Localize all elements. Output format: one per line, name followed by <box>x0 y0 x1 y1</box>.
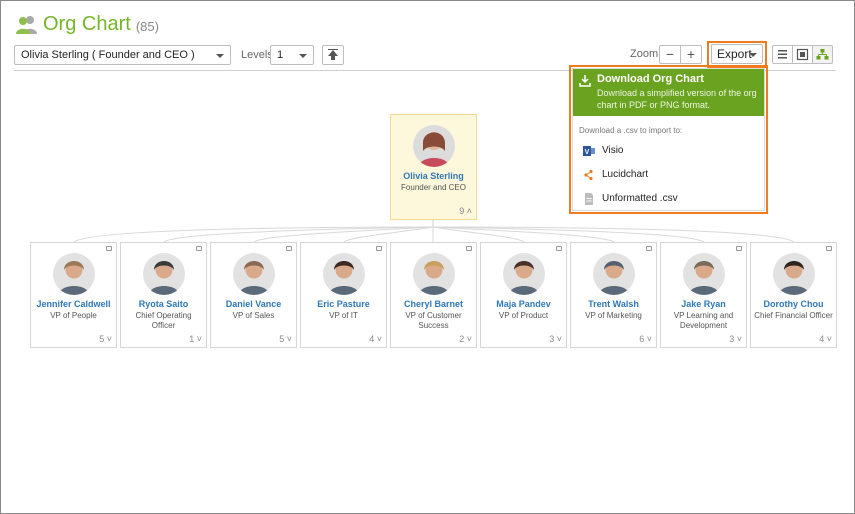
csv-caption: Download a .csv to import to: <box>579 126 683 135</box>
root-card[interactable]: Olivia Sterling Founder and CEO 9 ˄ <box>390 114 477 220</box>
report-card[interactable]: Ryota Saito Chief Operating Officer 1 ˅ <box>120 242 207 348</box>
report-card[interactable]: Jake Ryan VP Learning and Development 3 ˅ <box>660 242 747 348</box>
report-count[interactable]: 6 ˅ <box>639 334 652 344</box>
download-org-chart-desc: Download a simplified version of the org… <box>597 88 757 110</box>
chevron-down-icon: ˅ <box>826 334 832 344</box>
comment-icon[interactable] <box>826 246 832 251</box>
avatar <box>412 253 455 295</box>
comment-icon[interactable] <box>286 246 292 251</box>
report-name: Cheryl Barnet <box>403 299 464 309</box>
org-chart-window: Org Chart (85) Olivia Sterling ( Founder… <box>0 0 855 514</box>
report-count[interactable]: 4 ˅ <box>369 334 382 344</box>
comment-icon[interactable] <box>196 246 202 251</box>
download-org-chart-item[interactable]: Download Org Chart Download a simplified… <box>573 69 764 116</box>
lucidchart-label: Lucidchart <box>602 169 649 180</box>
avatar <box>142 253 185 295</box>
comment-icon[interactable] <box>646 246 652 251</box>
comment-icon[interactable] <box>106 246 112 251</box>
report-count[interactable]: 4 ˅ <box>819 334 832 344</box>
comment-icon[interactable] <box>556 246 562 251</box>
avatar <box>772 253 815 295</box>
chevron-down-icon: ˅ <box>466 334 472 344</box>
svg-text:V: V <box>585 149 590 156</box>
report-name: Jake Ryan <box>681 299 726 309</box>
menu-item-csv[interactable]: Unformatted .csv <box>573 188 764 210</box>
avatar <box>592 253 635 295</box>
chevron-down-icon: ˅ <box>646 334 652 344</box>
csv-file-icon <box>585 193 593 205</box>
report-role: VP of Marketing <box>585 311 642 320</box>
report-card[interactable]: Eric Pasture VP of IT 4 ˅ <box>300 242 387 348</box>
report-role: VP of People <box>50 311 97 320</box>
lucidchart-icon <box>584 169 593 181</box>
report-role: VP of Customer Success <box>405 311 462 330</box>
export-menu: Download Org Chart Download a simplified… <box>572 68 765 211</box>
avatar <box>52 253 95 295</box>
report-name: Ryota Saito <box>138 299 189 309</box>
root-report-count[interactable]: 9 ˄ <box>459 206 472 216</box>
csv-label: Unformatted .csv <box>602 193 678 204</box>
avatar <box>232 253 275 295</box>
menu-item-lucidchart[interactable]: Lucidchart <box>573 164 764 186</box>
report-card[interactable]: Dorothy Chou Chief Financial Officer 4 ˅ <box>750 242 837 348</box>
chevron-down-icon: ˅ <box>736 334 742 344</box>
report-count[interactable]: 3 ˅ <box>549 334 562 344</box>
avatar <box>682 253 725 295</box>
avatar <box>502 253 545 295</box>
download-org-chart-title: Download Org Chart <box>597 73 704 85</box>
chevron-down-icon: ˅ <box>286 334 292 344</box>
chevron-down-icon: ˅ <box>196 334 202 344</box>
report-card[interactable]: Cheryl Barnet VP of Customer Success 2 ˅ <box>390 242 477 348</box>
report-name: Dorothy Chou <box>763 299 824 309</box>
comment-icon[interactable] <box>376 246 382 251</box>
report-role: VP of Product <box>498 311 549 320</box>
report-role: Chief Financial Officer <box>754 311 833 320</box>
report-count[interactable]: 1 ˅ <box>189 334 202 344</box>
report-count[interactable]: 2 ˅ <box>459 334 472 344</box>
report-name: Jennifer Caldwell <box>36 299 111 309</box>
report-role: Chief Operating Officer <box>135 311 192 330</box>
report-card[interactable]: Trent Walsh VP of Marketing 6 ˅ <box>570 242 657 348</box>
report-count[interactable]: 5 ˅ <box>99 334 112 344</box>
report-count[interactable]: 5 ˅ <box>279 334 292 344</box>
report-name: Eric Pasture <box>317 299 370 309</box>
visio-label: Visio <box>602 145 624 156</box>
root-name: Olivia Sterling <box>403 171 464 181</box>
report-count[interactable]: 3 ˅ <box>729 334 742 344</box>
report-name: Daniel Vance <box>225 299 282 309</box>
report-role: VP Learning and Development <box>673 311 734 330</box>
chevron-up-icon: ˄ <box>466 206 472 216</box>
report-card[interactable]: Daniel Vance VP of Sales 5 ˅ <box>210 242 297 348</box>
download-icon <box>579 75 591 87</box>
avatar <box>322 253 365 295</box>
menu-item-visio[interactable]: V Visio <box>573 140 764 162</box>
chevron-down-icon: ˅ <box>376 334 382 344</box>
comment-icon[interactable] <box>466 246 472 251</box>
report-card[interactable]: Jennifer Caldwell VP of People 5 ˅ <box>30 242 117 348</box>
root-role: Founder and CEO <box>401 183 466 192</box>
report-name: Maja Pandev <box>496 299 551 309</box>
chevron-down-icon: ˅ <box>106 334 112 344</box>
visio-icon: V <box>583 146 595 156</box>
comment-icon[interactable] <box>736 246 742 251</box>
report-card[interactable]: Maja Pandev VP of Product 3 ˅ <box>480 242 567 348</box>
report-name: Trent Walsh <box>588 299 639 309</box>
report-role: VP of IT <box>329 311 358 320</box>
report-role: VP of Sales <box>232 311 275 320</box>
avatar <box>412 125 455 167</box>
chevron-down-icon: ˅ <box>556 334 562 344</box>
